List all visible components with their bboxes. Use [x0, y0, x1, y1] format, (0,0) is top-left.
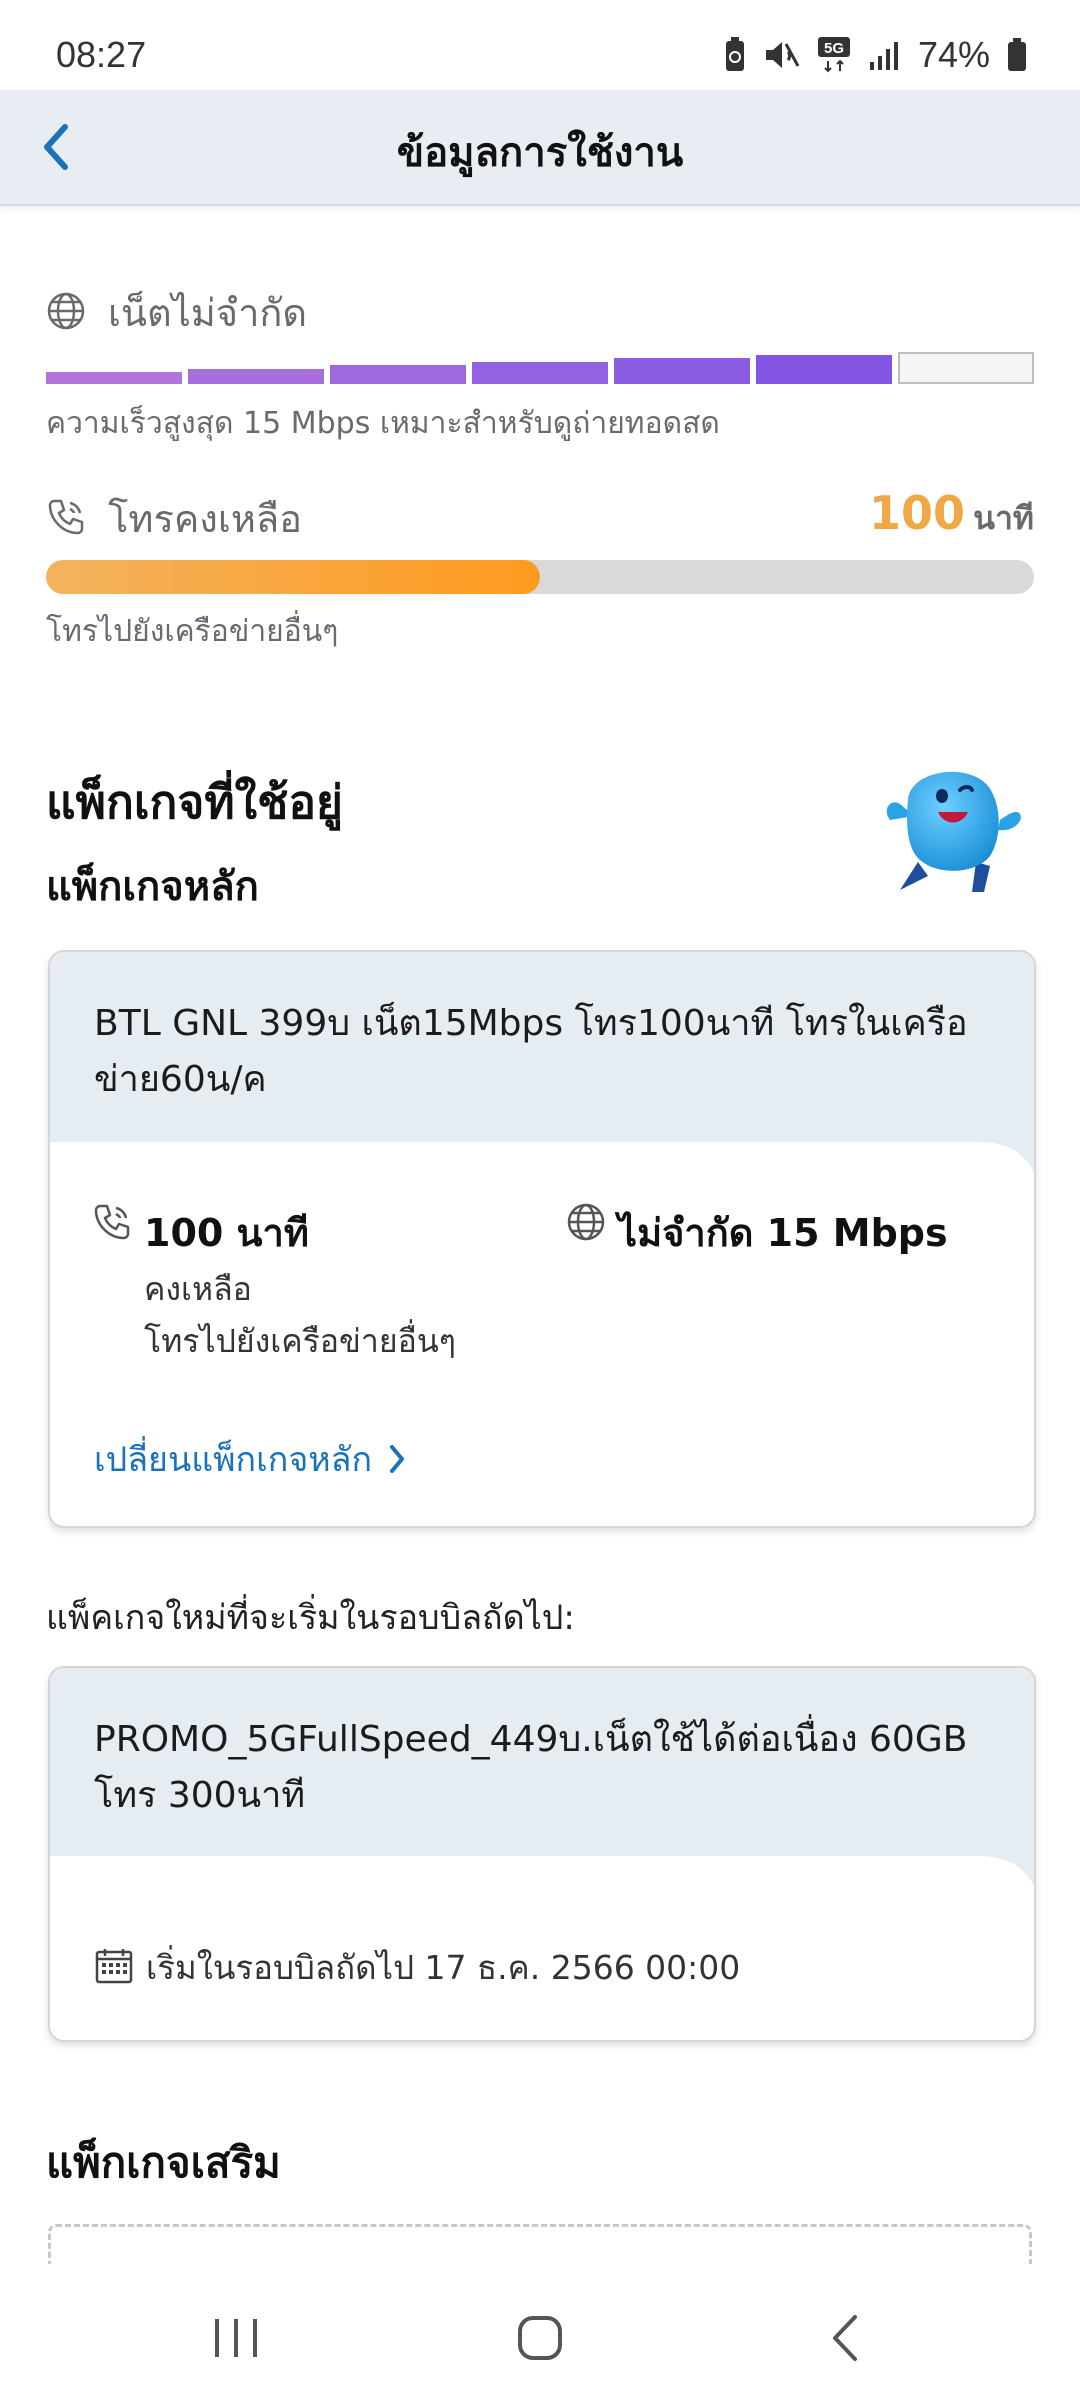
- addon-packages-title: แพ็กเกจเสริม: [46, 2138, 281, 2187]
- next-package-start-text: เริ่มในรอบบิลถัดไป 17 ธ.ค. 2566 00:00: [146, 1948, 741, 1987]
- internet-label: เน็ตไม่จำกัด: [108, 291, 308, 335]
- status-bar: 08:27 5G 74%: [0, 0, 1080, 88]
- phone-icon: [46, 497, 86, 541]
- package-call-remaining: คงเหลือ: [144, 1270, 252, 1308]
- internet-level-segment: [46, 372, 182, 384]
- internet-level-segment: [188, 368, 324, 384]
- system-nav-bar: [0, 2264, 1080, 2400]
- internet-description: ความเร็วสูงสุด 15 Mbps เหมาะสำหรับดูถ่าย…: [46, 406, 720, 441]
- internet-level-segment: [756, 354, 892, 384]
- next-package-header: PROMO_5GFullSpeed_449บ.เน็ตใช้ได้ต่อเนื่…: [50, 1668, 1034, 1846]
- status-icons: 5G 74%: [722, 34, 1028, 76]
- next-package-name-line2: โทร 300นาที: [94, 1775, 306, 1816]
- home-button[interactable]: [500, 2298, 580, 2378]
- calls-remaining: 100 นาที: [869, 486, 1034, 544]
- status-time: 08:27: [56, 34, 147, 75]
- package-data-detail: ไม่จำกัด 15 Mbps: [566, 1202, 948, 1263]
- package-call-amount: 100 นาที: [144, 1211, 309, 1255]
- next-package-name-line1: PROMO_5GFullSpeed_449บ.เน็ตใช้ได้ต่อเนื่…: [94, 1719, 968, 1760]
- calls-progress-fill: [46, 560, 540, 594]
- page-title: ข้อมูลการใช้งาน: [396, 130, 684, 176]
- recent-apps-icon: [215, 2319, 257, 2357]
- globe-icon: [566, 1202, 606, 1246]
- next-package-label: แพ็คเกจใหม่ที่จะเริ่มในรอบบิลถัดไป:: [46, 1598, 575, 1638]
- internet-usage-header: เน็ตไม่จำกัด: [46, 282, 307, 343]
- package-call-detail: 100 นาที คงเหลือ โทรไปยังเครือข่ายอื่นๆ: [92, 1202, 456, 1367]
- main-package-name-line1: BTL GNL 399บ เน็ต15Mbps โทร100นาที โทรใน…: [94, 1003, 968, 1044]
- current-packages-title: แพ็กเกจที่ใช้อยู่: [46, 775, 343, 829]
- network-5g-icon: 5G: [816, 35, 852, 75]
- next-package-card: PROMO_5GFullSpeed_449บ.เน็ตใช้ได้ต่อเนื่…: [48, 1666, 1036, 2042]
- system-back-button[interactable]: [804, 2298, 884, 2378]
- package-call-note: โทรไปยังเครือข่ายอื่นๆ: [144, 1322, 456, 1360]
- globe-icon: [46, 291, 86, 335]
- main-package-header: BTL GNL 399บ เน็ต15Mbps โทร100นาที โทรใน…: [50, 952, 1034, 1132]
- calls-description: โทรไปยังเครือข่ายอื่นๆ: [46, 614, 339, 649]
- mute-icon: [764, 38, 800, 72]
- calls-remaining-unit: นาที: [973, 499, 1034, 537]
- svg-text:5G: 5G: [824, 40, 844, 57]
- back-arrow-icon: [833, 2315, 857, 2361]
- chevron-right-icon: [390, 1445, 405, 1473]
- main-package-name-line2: ข่าย60น/ค: [94, 1059, 267, 1100]
- phone-icon: [92, 1202, 132, 1246]
- card-wave-divider: [50, 1122, 1034, 1182]
- internet-level-segment: [472, 361, 608, 384]
- internet-level-segment: [330, 365, 466, 384]
- internet-level-bar: [46, 348, 1034, 384]
- calls-usage-header: โทรคงเหลือ: [46, 488, 302, 549]
- mascot-image: [880, 760, 1030, 900]
- battery-icon: [1006, 37, 1028, 73]
- package-data-amount: ไม่จำกัด 15 Mbps: [618, 1211, 948, 1255]
- home-icon: [518, 2316, 562, 2360]
- main-package-title: แพ็กเกจหลัก: [46, 864, 259, 910]
- battery-saver-icon: [722, 37, 748, 73]
- calendar-icon: [94, 1946, 134, 1990]
- calls-progress-bar: [46, 560, 1034, 594]
- recent-apps-button[interactable]: [196, 2298, 276, 2378]
- change-main-package-link[interactable]: เปลี่ยนแพ็กเกจหลัก: [94, 1432, 406, 1486]
- internet-level-segment: [614, 358, 750, 384]
- change-main-package-label: เปลี่ยนแพ็กเกจหลัก: [94, 1440, 373, 1480]
- signal-icon: [868, 40, 902, 70]
- calls-remaining-value: 100: [869, 486, 966, 540]
- calls-label: โทรคงเหลือ: [108, 497, 302, 541]
- card-wave-divider: [50, 1836, 1034, 1896]
- battery-percentage: 74%: [917, 34, 990, 75]
- internet-level-segment: [898, 352, 1034, 384]
- app-header: ข้อมูลการใช้งาน: [0, 90, 1080, 206]
- main-package-card: BTL GNL 399บ เน็ต15Mbps โทร100นาที โทรใน…: [48, 950, 1036, 1528]
- next-package-start: เริ่มในรอบบิลถัดไป 17 ธ.ค. 2566 00:00: [94, 1942, 740, 1994]
